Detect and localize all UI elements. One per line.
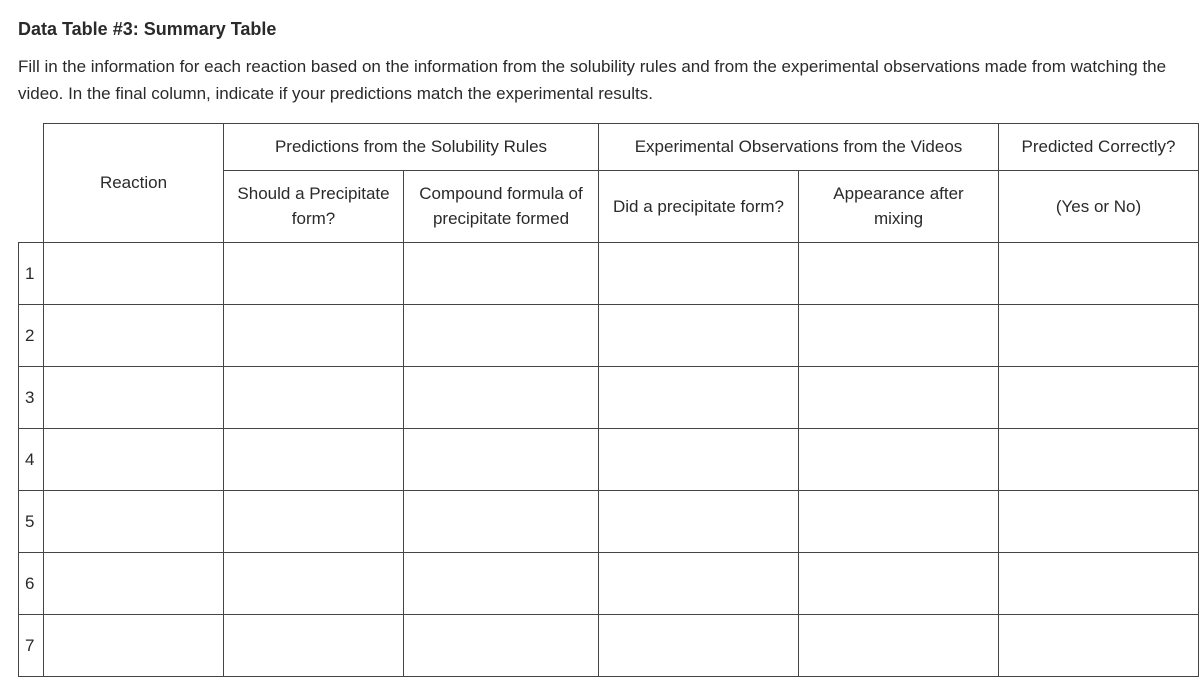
header-predictions-group: Predictions from the Solubility Rules [224, 124, 599, 171]
cell-should-form[interactable] [224, 242, 404, 304]
header-yes-or-no: (Yes or No) [999, 170, 1199, 242]
cell-should-form[interactable] [224, 304, 404, 366]
cell-should-form[interactable] [224, 490, 404, 552]
cell-appearance[interactable] [799, 428, 999, 490]
header-num-blank [19, 124, 44, 243]
cell-compound-formula[interactable] [404, 304, 599, 366]
cell-reaction[interactable] [44, 428, 224, 490]
header-predicted-correctly: Predicted Correctly? [999, 124, 1199, 171]
table-row: 7 [19, 614, 1199, 676]
cell-did-form[interactable] [599, 490, 799, 552]
table-row: 1 [19, 242, 1199, 304]
cell-reaction[interactable] [44, 242, 224, 304]
row-number: 3 [19, 366, 44, 428]
cell-appearance[interactable] [799, 490, 999, 552]
cell-appearance[interactable] [799, 242, 999, 304]
cell-appearance[interactable] [799, 552, 999, 614]
cell-reaction[interactable] [44, 366, 224, 428]
cell-compound-formula[interactable] [404, 242, 599, 304]
row-number: 1 [19, 242, 44, 304]
cell-appearance[interactable] [799, 614, 999, 676]
cell-did-form[interactable] [599, 552, 799, 614]
table-row: 2 [19, 304, 1199, 366]
cell-should-form[interactable] [224, 428, 404, 490]
header-compound-formula: Compound formula of precipitate formed [404, 170, 599, 242]
header-appearance: Appearance after mixing [799, 170, 999, 242]
cell-compound-formula[interactable] [404, 552, 599, 614]
cell-compound-formula[interactable] [404, 428, 599, 490]
table-row: 6 [19, 552, 1199, 614]
row-number: 2 [19, 304, 44, 366]
cell-predicted-correctly[interactable] [999, 304, 1199, 366]
cell-appearance[interactable] [799, 366, 999, 428]
header-should-form: Should a Precipitate form? [224, 170, 404, 242]
cell-should-form[interactable] [224, 366, 404, 428]
cell-reaction[interactable] [44, 552, 224, 614]
cell-should-form[interactable] [224, 552, 404, 614]
table-row: 3 [19, 366, 1199, 428]
row-number: 6 [19, 552, 44, 614]
cell-predicted-correctly[interactable] [999, 366, 1199, 428]
cell-predicted-correctly[interactable] [999, 490, 1199, 552]
header-reaction: Reaction [44, 124, 224, 243]
cell-did-form[interactable] [599, 366, 799, 428]
cell-predicted-correctly[interactable] [999, 428, 1199, 490]
cell-appearance[interactable] [799, 304, 999, 366]
cell-should-form[interactable] [224, 614, 404, 676]
cell-did-form[interactable] [599, 304, 799, 366]
cell-compound-formula[interactable] [404, 490, 599, 552]
table-row: 4 [19, 428, 1199, 490]
header-experimental-group: Experimental Observations from the Video… [599, 124, 999, 171]
instructions-text: Fill in the information for each reactio… [18, 53, 1182, 107]
summary-table: Reaction Predictions from the Solubility… [18, 123, 1199, 677]
row-number: 4 [19, 428, 44, 490]
cell-did-form[interactable] [599, 614, 799, 676]
header-did-form: Did a precipitate form? [599, 170, 799, 242]
cell-predicted-correctly[interactable] [999, 242, 1199, 304]
cell-reaction[interactable] [44, 304, 224, 366]
row-number: 7 [19, 614, 44, 676]
cell-reaction[interactable] [44, 490, 224, 552]
cell-predicted-correctly[interactable] [999, 552, 1199, 614]
row-number: 5 [19, 490, 44, 552]
table-title: Data Table #3: Summary Table [18, 16, 1182, 43]
cell-predicted-correctly[interactable] [999, 614, 1199, 676]
cell-compound-formula[interactable] [404, 614, 599, 676]
cell-reaction[interactable] [44, 614, 224, 676]
cell-did-form[interactable] [599, 428, 799, 490]
table-row: 5 [19, 490, 1199, 552]
cell-did-form[interactable] [599, 242, 799, 304]
cell-compound-formula[interactable] [404, 366, 599, 428]
